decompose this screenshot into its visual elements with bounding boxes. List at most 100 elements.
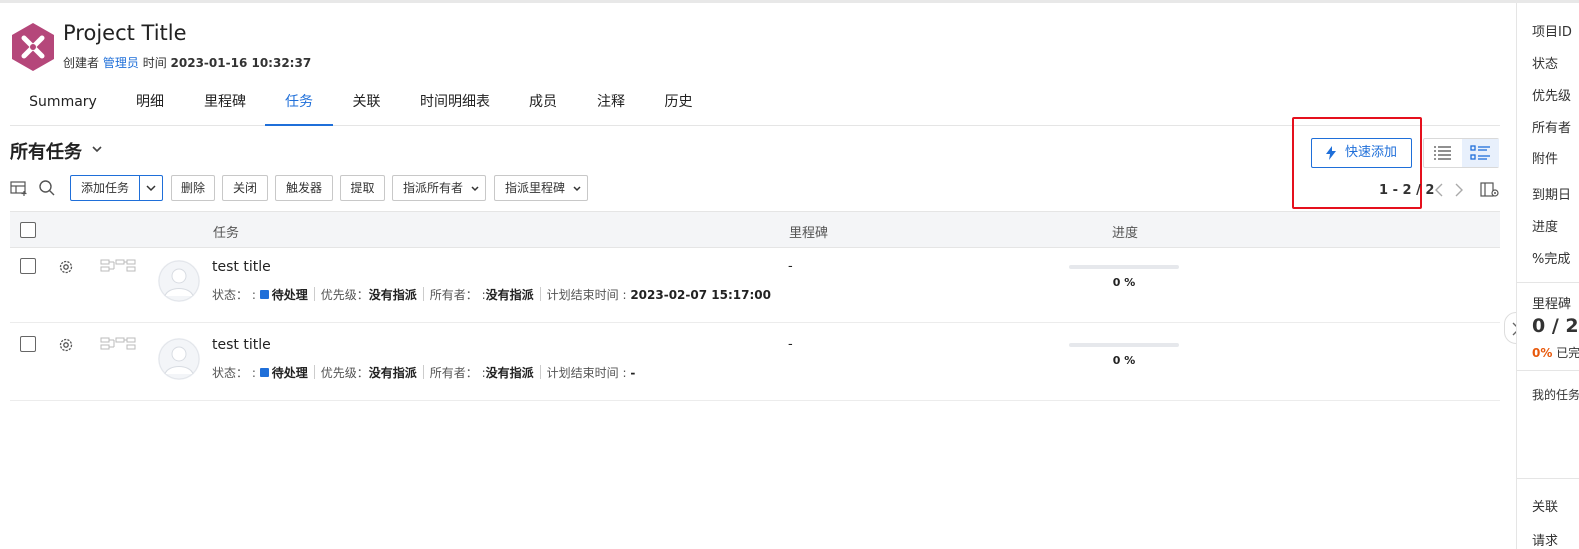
column-header-task[interactable]: 任务 [213,222,239,241]
project-title: Project Title [63,21,187,45]
delete-button[interactable]: 删除 [171,175,215,201]
tab-members[interactable]: 成员 [519,82,567,126]
gear-icon[interactable] [58,337,74,353]
tab-notes[interactable]: 注释 [588,82,634,126]
row-checkbox[interactable] [20,336,36,352]
creator-link[interactable]: 管理员 [103,56,139,70]
created-time: 2023-01-16 10:32:37 [170,56,312,70]
status-color-dot [259,368,269,377]
fetch-button[interactable]: 提取 [340,175,385,201]
gear-icon[interactable] [58,259,74,275]
side-label-my-tasks: 我的任务 [1532,388,1579,402]
progress-bar [1069,265,1179,269]
side-label-attachments: 附件 [1532,152,1559,167]
chevron-right-icon[interactable] [1453,183,1465,197]
chevron-left-icon[interactable] [1433,183,1445,197]
task-info: 状态： : 待处理 优先级：没有指派 所有者： :没有指派 计划结束时间 : - [212,365,636,380]
search-icon[interactable] [38,179,56,197]
table-header: 任务 里程碑 进度 [10,211,1500,248]
task-view-title[interactable]: 所有任务 [10,138,82,164]
status-label: 状态： [212,288,249,302]
progress-text: 0 % [1112,276,1136,289]
table-row[interactable]: test title 状态： : 待处理 优先级：没有指派 所有者： :没有指派 计划… [10,245,1500,323]
assign-milestone-label: 指派里程碑 [505,181,566,195]
add-task-split-button: 添加任务 [70,175,163,201]
divider [1517,282,1579,283]
chevron-down-icon [573,186,581,192]
progress-text: 0 % [1112,354,1136,367]
divider [1517,370,1579,371]
time-label: 时间 [142,56,167,70]
tab-details[interactable]: 明细 [125,82,175,126]
owner-label: 所有者： [429,288,478,302]
table-row[interactable]: test title 状态： : 待处理 优先级：没有指派 所有者： :没有指派 计划… [10,323,1500,401]
trigger-button[interactable]: 触发器 [275,175,333,201]
tab-summary[interactable]: Summary [18,82,108,126]
task-title[interactable]: test title [212,259,271,275]
milestone-value: - [788,337,793,352]
column-header-progress[interactable]: 进度 [1112,222,1138,241]
close-button[interactable]: 关闭 [222,175,268,201]
task-title[interactable]: test title [212,337,271,353]
side-label-status: 状态 [1532,57,1559,72]
priority-value: 没有指派 [368,366,417,380]
side-label-requests[interactable]: 请求 [1532,530,1558,549]
row-checkbox[interactable] [20,258,36,274]
lightning-icon [1326,146,1336,160]
column-header-milestone[interactable]: 里程碑 [789,222,828,241]
side-label-percent-complete: %完成 [1532,252,1571,267]
quick-add-button[interactable]: 快速添加 [1311,138,1412,168]
due-value: - [630,366,636,380]
avatar [158,338,200,380]
due-value: 2023-02-07 15:17:00 [630,288,771,302]
assign-milestone-dropdown[interactable]: 指派里程碑 [494,175,588,201]
priority-label: 优先级： [320,366,369,380]
divider [1517,478,1579,479]
tab-timesheet[interactable]: 时间明细表 [410,82,500,126]
milestone-progress: 0% 已完成 [1532,344,1579,361]
tab-related[interactable]: 关联 [343,82,390,126]
list-view-icon[interactable] [1424,139,1462,167]
owner-value: 没有指派 [485,366,534,380]
hierarchy-icon[interactable] [100,337,136,351]
main-content: Project Title 创建者 管理员 时间 2023-01-16 10:3… [0,3,1516,549]
owner-label: 所有者： [429,366,478,380]
tab-tasks[interactable]: 任务 [265,82,333,126]
chevron-down-icon [471,186,479,192]
side-label-related[interactable]: 关联 [1532,496,1558,515]
milestone-value: - [788,259,793,274]
side-label-owner: 所有者 [1532,121,1572,136]
tab-bar: Summary 明细 里程碑 任务 关联 时间明细表 成员 注释 历史 [10,82,1500,126]
add-column-icon[interactable] [10,179,28,197]
side-label-priority: 优先级 [1532,89,1572,104]
tab-history[interactable]: 历史 [655,82,702,126]
status-value: 待处理 [271,288,308,302]
project-meta: 创建者 管理员 时间 2023-01-16 10:32:37 [63,54,311,71]
column-settings-icon[interactable] [1480,181,1500,199]
assign-owner-label: 指派所有者 [403,181,464,195]
add-task-button[interactable]: 添加任务 [71,176,140,200]
view-switcher [1423,138,1499,168]
priority-label: 优先级： [320,288,369,302]
avatar [158,260,200,302]
pagination-text: 1 - 2 / 2 [1379,183,1435,198]
project-logo-icon [12,23,54,71]
side-label-due-date: 到期日 [1532,188,1572,203]
milestone-count: 0 / 2 [1532,315,1579,337]
side-label-progress: 进度 [1532,220,1559,235]
status-value: 待处理 [271,366,308,380]
creator-label: 创建者 [63,56,100,70]
status-color-dot [259,290,269,299]
side-label-project-id: 项目ID [1532,25,1572,40]
chevron-down-icon[interactable] [145,182,157,194]
quick-add-label: 快速添加 [1345,145,1398,160]
chevron-down-icon[interactable] [90,142,104,156]
assign-owner-dropdown[interactable]: 指派所有者 [392,175,486,201]
progress-bar [1069,343,1179,347]
select-all-checkbox[interactable] [20,222,36,238]
detail-view-icon[interactable] [1462,139,1499,167]
details-side-panel: 项目ID 状态 优先级 所有者 附件 到期日 进度 %完成 里程碑 0 / 2 … [1516,3,1579,549]
tab-milestones[interactable]: 里程碑 [196,82,254,126]
hierarchy-icon[interactable] [100,259,136,273]
due-label: 计划结束时间 : [546,366,627,380]
